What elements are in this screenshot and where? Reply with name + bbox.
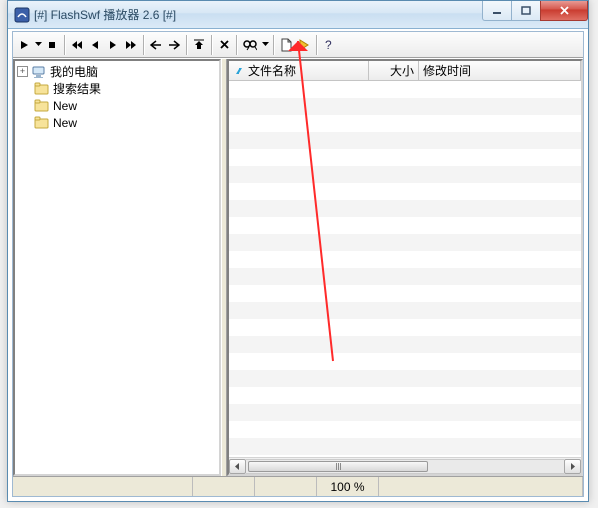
column-header-label: 修改时间 [423,62,471,79]
help-button[interactable]: ? [320,34,338,56]
titlebar[interactable]: [#] FlashSwf 播放器 2.6 [#] [8,1,588,29]
list-header: 文件名称 大小 修改时间 [229,61,581,81]
column-header-label: 大小 [390,62,414,79]
tree-item[interactable]: New [17,114,219,131]
last-button[interactable] [122,34,140,56]
app-icon [14,7,30,23]
folder-icon [34,82,50,96]
column-header-name[interactable]: 文件名称 [229,61,369,80]
separator [273,35,274,55]
status-cell [255,477,317,496]
status-cell [379,477,583,496]
separator [186,35,187,55]
column-header-modified[interactable]: 修改时间 [419,61,581,80]
prev-button[interactable] [86,34,104,56]
status-bar: 100 % [13,476,583,496]
separator [64,35,65,55]
svg-text:?: ? [325,38,332,51]
new-file-button[interactable] [277,34,295,56]
list-body[interactable] [229,81,581,474]
app-window: [#] FlashSwf 播放器 2.6 [#] [7,0,589,502]
close-button[interactable] [540,1,588,21]
forward-button[interactable] [165,34,183,56]
play-color-button[interactable] [295,34,313,56]
expand-toggle[interactable]: + [17,66,28,77]
delete-button[interactable] [215,34,233,56]
separator [316,35,317,55]
scroll-right-button[interactable] [564,459,581,474]
play-button[interactable] [15,34,33,56]
window-controls [483,1,588,21]
status-cell [13,477,193,496]
list-pane: 文件名称 大小 修改时间 [227,59,583,476]
scroll-track[interactable] [246,459,564,474]
client-area: ? + 我的电脑 搜索结果 New New [12,31,584,497]
separator [143,35,144,55]
separator [211,35,212,55]
folder-icon [34,116,50,130]
tree-item[interactable]: New [17,97,219,114]
play-dropdown[interactable] [33,42,43,47]
content-area: + 我的电脑 搜索结果 New New [13,59,583,476]
tree-root[interactable]: + 我的电脑 [17,63,219,80]
column-header-size[interactable]: 大小 [369,61,419,80]
tree-item[interactable]: 搜索结果 [17,80,219,97]
toolbar: ? [13,32,583,58]
scroll-left-button[interactable] [229,459,246,474]
tree-pane[interactable]: + 我的电脑 搜索结果 New New [13,59,221,476]
zoom-value: 100 % [330,480,364,494]
window-title: [#] FlashSwf 播放器 2.6 [#] [34,6,176,23]
minimize-button[interactable] [482,1,512,21]
scroll-thumb[interactable] [248,461,428,472]
separator [236,35,237,55]
status-cell [193,477,255,496]
horizontal-scrollbar[interactable] [229,457,581,474]
search-dropdown[interactable] [260,42,270,47]
maximize-button[interactable] [511,1,541,21]
sort-icon [233,65,245,77]
tree-label: New [53,116,77,130]
back-button[interactable] [147,34,165,56]
computer-icon [31,65,47,79]
search-button[interactable] [240,34,260,56]
up-button[interactable] [190,34,208,56]
tree-label: New [53,99,77,113]
tree-label: 我的电脑 [50,63,98,80]
column-header-label: 文件名称 [248,62,296,79]
stop-button[interactable] [43,34,61,56]
next-button[interactable] [104,34,122,56]
tree-label: 搜索结果 [53,80,101,97]
status-zoom: 100 % [317,477,379,496]
first-button[interactable] [68,34,86,56]
folder-icon [34,99,50,113]
